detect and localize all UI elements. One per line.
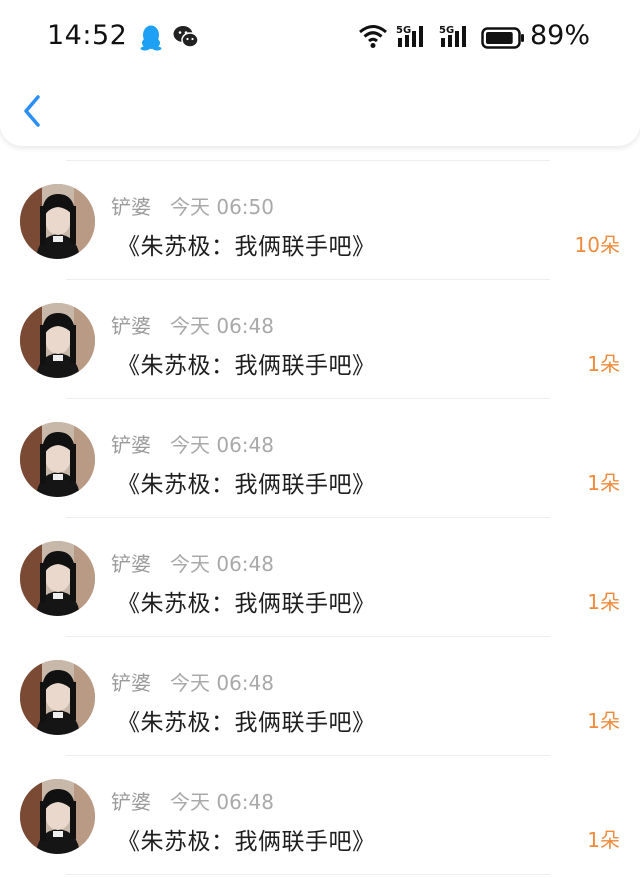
- avatar[interactable]: [20, 660, 95, 735]
- avatar[interactable]: [20, 303, 95, 378]
- signal-5g-icon: 5G: [439, 23, 475, 53]
- list-item[interactable]: 铲婆 今天 06:48 《朱苏极：我俩联手吧》 1朵: [0, 756, 640, 875]
- timestamp: 今天 06:48: [170, 433, 274, 457]
- row-divider: [66, 874, 550, 875]
- sender-name: 铲婆: [111, 552, 151, 576]
- message-text: 《朱苏极：我俩联手吧》: [117, 234, 376, 260]
- sender-name: 铲婆: [111, 195, 151, 219]
- timestamp: 今天 06:50: [170, 195, 274, 219]
- timestamp: 今天 06:48: [170, 790, 274, 814]
- message-text: 《朱苏极：我俩联手吧》: [117, 710, 376, 736]
- status-bar: 14:52 5G 5G 89%: [0, 0, 640, 72]
- avatar[interactable]: [20, 541, 95, 616]
- avatar[interactable]: [20, 422, 95, 497]
- qq-icon: [139, 25, 163, 55]
- flower-count: 1朵: [587, 471, 620, 495]
- list-item[interactable]: 铲婆 今天 06:48 《朱苏极：我俩联手吧》 1朵: [0, 280, 640, 399]
- network-label-1: 5G: [396, 25, 411, 36]
- message-text: 《朱苏极：我俩联手吧》: [117, 591, 376, 617]
- network-label-2: 5G: [439, 25, 454, 36]
- wechat-icon: [173, 25, 199, 53]
- list-item[interactable]: 铲婆 今天 06:48 《朱苏极：我俩联手吧》 1朵: [0, 518, 640, 637]
- list-item[interactable]: 铲婆 今天 06:48 《朱苏极：我俩联手吧》 1朵: [0, 637, 640, 756]
- flower-count: 1朵: [587, 828, 620, 852]
- message-text: 《朱苏极：我俩联手吧》: [117, 472, 376, 498]
- top-bar: 14:52 5G 5G 89%: [0, 0, 640, 146]
- chevron-left-icon: [24, 95, 40, 127]
- timestamp: 今天 06:48: [170, 671, 274, 695]
- sender-name: 铲婆: [111, 314, 151, 338]
- back-button[interactable]: [20, 93, 50, 129]
- flower-count: 10朵: [574, 233, 620, 257]
- battery-icon: [481, 27, 525, 53]
- avatar[interactable]: [20, 779, 95, 854]
- status-time: 14:52: [47, 20, 128, 51]
- list-item[interactable]: 铲婆 今天 06:48 《朱苏极：我俩联手吧》 1朵: [0, 399, 640, 518]
- timestamp: 今天 06:48: [170, 552, 274, 576]
- battery-percentage: 89%: [530, 20, 591, 51]
- list-item[interactable]: 铲婆 今天 06:50 《朱苏极：我俩联手吧》 10朵: [0, 161, 640, 280]
- flower-count: 1朵: [587, 709, 620, 733]
- sender-name: 铲婆: [111, 671, 151, 695]
- wifi-icon: [358, 23, 388, 53]
- message-text: 《朱苏极：我俩联手吧》: [117, 353, 376, 379]
- gift-list: 铲婆 今天 06:50 《朱苏极：我俩联手吧》 10朵 铲婆 今天 06:48 …: [0, 160, 640, 875]
- sender-name: 铲婆: [111, 790, 151, 814]
- message-text: 《朱苏极：我俩联手吧》: [117, 829, 376, 855]
- flower-count: 1朵: [587, 352, 620, 376]
- signal-5g-icon: 5G: [396, 23, 432, 53]
- avatar[interactable]: [20, 184, 95, 259]
- flower-count: 1朵: [587, 590, 620, 614]
- sender-name: 铲婆: [111, 433, 151, 457]
- timestamp: 今天 06:48: [170, 314, 274, 338]
